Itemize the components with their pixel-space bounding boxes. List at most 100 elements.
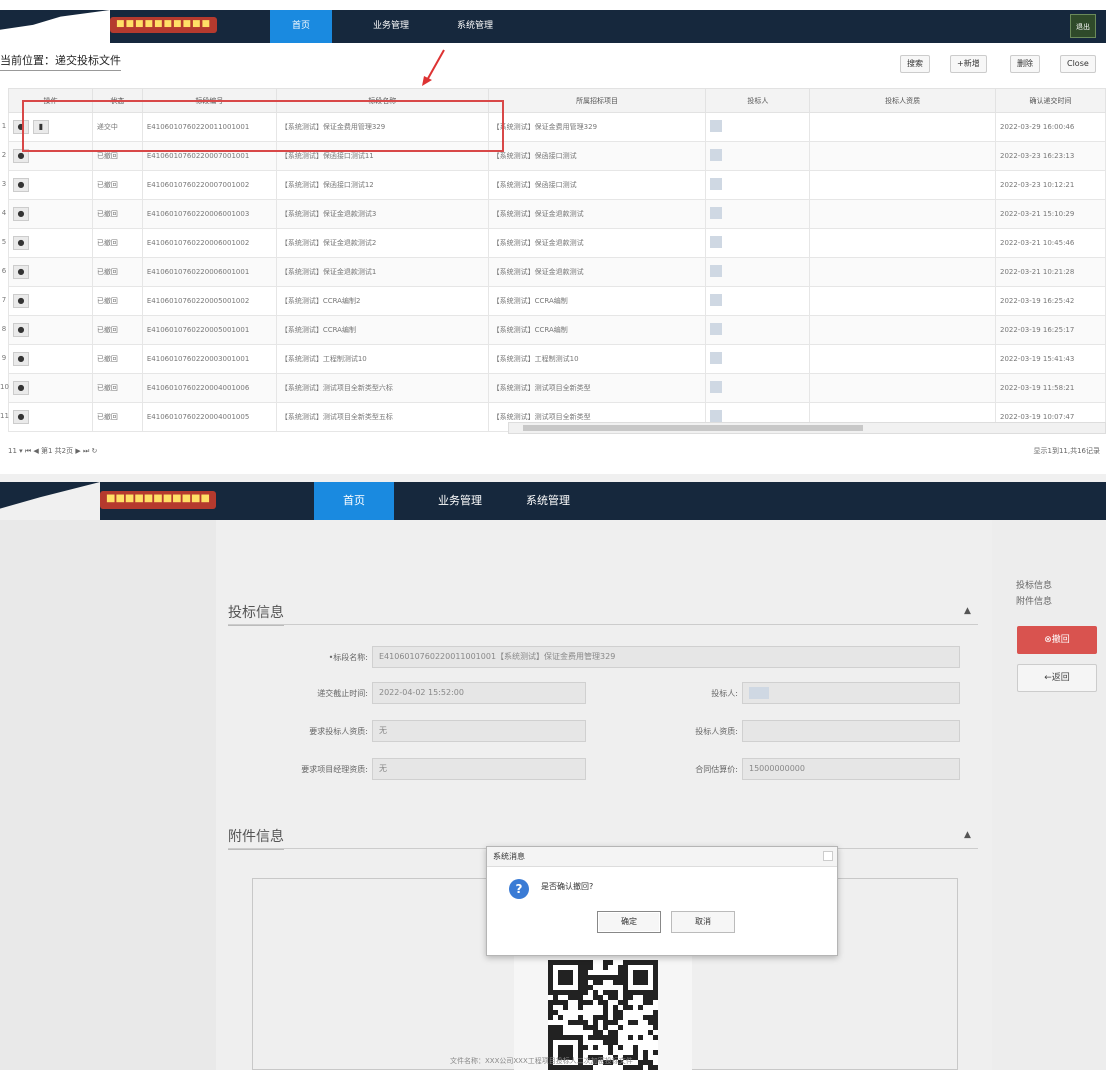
cell-project: 【系统测试】保函接口测试: [487, 141, 707, 171]
cell-bidder: [705, 141, 811, 171]
left-pane: [0, 520, 216, 1070]
cell-time: 2022-03-21 10:21:28: [994, 257, 1106, 287]
view-icon[interactable]: ●: [13, 410, 29, 424]
table-row[interactable]: ● 已撤回 E4106010760220003001001 【系统测试】工程制测试10…: [8, 344, 1106, 374]
cell-bidder: [705, 228, 811, 258]
qr-code-icon: [548, 960, 658, 1070]
cell-name: 【系统测试】保证金退款测试2: [275, 228, 489, 258]
cell-qualification: [809, 286, 996, 316]
cell-status: 已撤回: [91, 228, 143, 258]
table-row[interactable]: ● 已撤回 E4106010760220007001002 【系统测试】保函接口测试1…: [8, 170, 1106, 200]
delete-button[interactable]: 删除: [1010, 55, 1040, 73]
field-label: 要求项目经理资质:: [301, 765, 368, 774]
side-link-attach-info[interactable]: 附件信息: [1016, 594, 1052, 607]
view-icon[interactable]: ●: [13, 381, 29, 395]
redacted-name: [710, 323, 723, 335]
view-icon[interactable]: ●: [13, 294, 29, 308]
back-button[interactable]: ←返回: [1017, 664, 1097, 692]
col-header: 投标人: [705, 88, 811, 113]
row-number: 9: [1, 354, 7, 362]
row-number: 8: [1, 325, 7, 333]
red-arrow-annotation: [422, 49, 445, 86]
cell-bidder: [705, 344, 811, 374]
tab-system[interactable]: 系统管理: [508, 482, 588, 520]
redacted-name: [710, 207, 723, 219]
cell-time: 2022-03-19 16:25:17: [994, 315, 1106, 345]
bidder-field[interactable]: [742, 682, 960, 704]
cell-qualification: [809, 315, 996, 345]
view-icon[interactable]: ●: [13, 236, 29, 250]
bidder-qualification-field[interactable]: [742, 720, 960, 742]
table-row[interactable]: ● 已撤回 E4106010760220005001001 【系统测试】CCRA编制【…: [8, 315, 1106, 345]
close-icon[interactable]: [823, 851, 833, 861]
system-logo: ■■■■■■■■■■■: [100, 491, 216, 509]
add-button[interactable]: +新增: [950, 55, 987, 73]
cell-code: E4106010760220006001003: [141, 199, 277, 229]
view-icon[interactable]: ●: [13, 352, 29, 366]
cell-actions: ●: [8, 199, 93, 229]
cell-code: E4106010760220005001001: [141, 315, 277, 345]
cell-bidder: [705, 257, 811, 287]
cell-time: 2022-03-23 10:12:21: [994, 170, 1106, 200]
tab-home[interactable]: 首页: [270, 10, 332, 43]
cell-time: 2022-03-21 15:10:29: [994, 199, 1106, 229]
collapse-icon[interactable]: ▲: [964, 606, 971, 616]
redacted-name: [710, 265, 723, 277]
row-number: 10: [0, 383, 9, 391]
tab-home[interactable]: 首页: [314, 482, 394, 520]
horizontal-scrollbar[interactable]: [508, 422, 1106, 434]
cell-actions: ●: [8, 257, 93, 287]
section-name-field[interactable]: E4106010760220011001001【系统测试】保证金费用管理329: [372, 646, 960, 668]
confirm-button[interactable]: 确定: [597, 911, 661, 933]
collapse-icon[interactable]: ▲: [964, 830, 971, 840]
cell-time: 2022-03-19 11:58:21: [994, 373, 1106, 403]
view-icon[interactable]: ●: [13, 178, 29, 192]
view-icon[interactable]: ●: [13, 207, 29, 221]
row-number: 6: [1, 267, 7, 275]
table-row[interactable]: ● 已撤回 E4106010760220005001002 【系统测试】CCRA编制2…: [8, 286, 1106, 316]
row-number: 3: [1, 180, 7, 188]
field-label: 投标人资质:: [695, 727, 738, 736]
table-row[interactable]: ● 已撤回 E4106010760220006001002 【系统测试】保证金退款测试…: [8, 228, 1106, 258]
scrollbar-thumb[interactable]: [523, 425, 863, 431]
tab-system[interactable]: 系统管理: [444, 10, 506, 43]
top-screenshot: ■■■■■■■■■■ 首页 业务管理 系统管理 退出 当前位置：递交投标文件 搜…: [0, 0, 1106, 470]
cell-status: 已撤回: [91, 315, 143, 345]
cell-code: E4106010760220004001006: [141, 373, 277, 403]
system-logo: ■■■■■■■■■■: [110, 17, 218, 33]
search-button[interactable]: 搜索: [900, 55, 930, 73]
deadline-field[interactable]: 2022-04-02 15:52:00: [372, 682, 586, 704]
section-divider: [228, 624, 978, 625]
table-row[interactable]: ● 已撤回 E4106010760220004001006 【系统测试】测试项目全新类…: [8, 373, 1106, 403]
redacted-name: [710, 352, 723, 364]
table-row[interactable]: ● 已撤回 E4106010760220006001003 【系统测试】保证金退款测试…: [8, 199, 1106, 229]
cell-bidder: [705, 315, 811, 345]
tab-business[interactable]: 业务管理: [360, 10, 422, 43]
cell-bidder: [705, 373, 811, 403]
cell-code: E4106010760220003001001: [141, 344, 277, 374]
required-qualification-field[interactable]: 无: [372, 720, 586, 742]
field-label: 递交截止时间:: [317, 689, 368, 698]
contract-price-field[interactable]: 15000000000: [742, 758, 960, 780]
row-number: 7: [1, 296, 7, 304]
side-link-bid-info[interactable]: 投标信息: [1016, 578, 1052, 591]
pagination-controls[interactable]: 11 ▾ ⏮ ◀ 第1 共2页 ▶ ⏭ ↻: [8, 446, 97, 456]
withdraw-button[interactable]: ⊗撤回: [1017, 626, 1097, 654]
logout-button[interactable]: 退出: [1070, 14, 1096, 38]
cancel-button[interactable]: 取消: [671, 911, 735, 933]
required-manager-qualification-field[interactable]: 无: [372, 758, 586, 780]
cell-actions: ●: [8, 286, 93, 316]
view-icon[interactable]: ●: [13, 323, 29, 337]
close-button[interactable]: Close: [1060, 55, 1096, 73]
redacted-name: [710, 410, 723, 422]
redacted-name: [710, 294, 723, 306]
field-label: •标段名称:: [328, 653, 368, 662]
field-label: 合同估算价:: [695, 765, 738, 774]
cell-bidder: [705, 286, 811, 316]
redacted-name: [710, 120, 723, 132]
table-row[interactable]: ● 已撤回 E4106010760220006001001 【系统测试】保证金退款测试…: [8, 257, 1106, 287]
cell-project: 【系统测试】工程制测试10: [487, 344, 707, 374]
cell-actions: ●: [8, 315, 93, 345]
view-icon[interactable]: ●: [13, 265, 29, 279]
tab-business[interactable]: 业务管理: [420, 482, 500, 520]
